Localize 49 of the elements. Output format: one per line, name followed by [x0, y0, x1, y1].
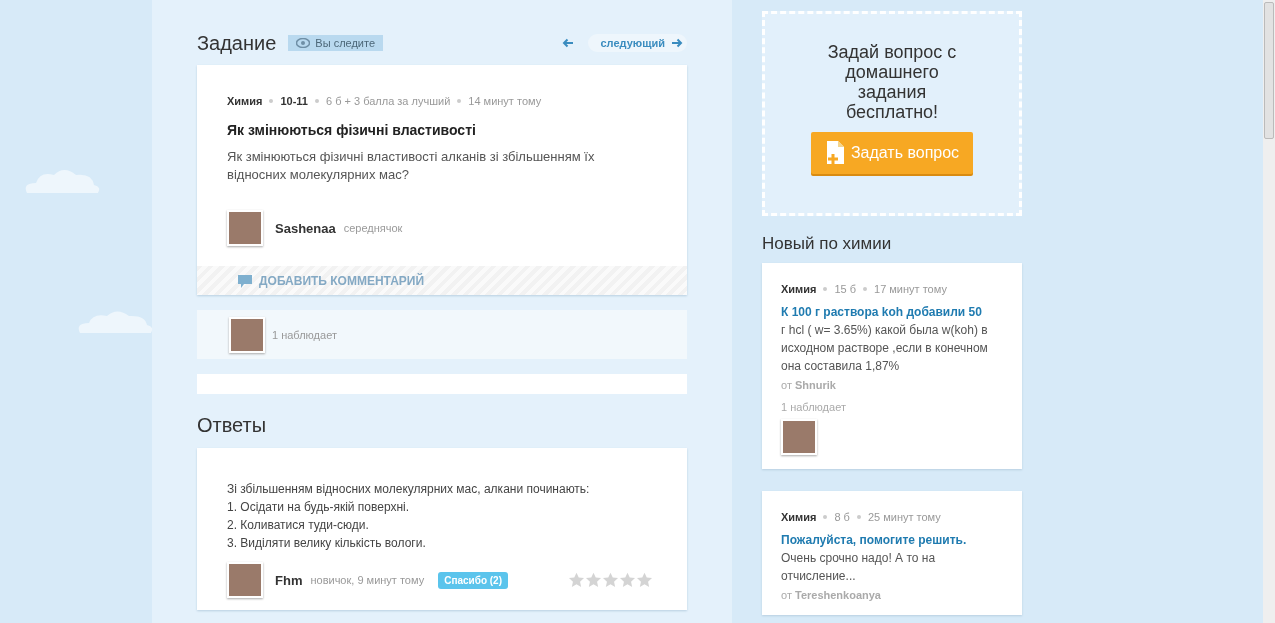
eye-icon	[296, 38, 311, 48]
question-link[interactable]: К 100 г раствора koh добавили 50	[781, 303, 1003, 321]
question-link[interactable]: Пожалуйста, помогите решить.	[781, 531, 1003, 549]
add-comment-button[interactable]: ДОБАВИТЬ КОММЕНТАРИЙ	[237, 272, 425, 289]
author-name[interactable]: Fhm	[275, 572, 303, 588]
question-text: г hcl ( w= 3.65%) какой была w(koh) в исходном растворе ,если в конечном она составила 1,87%	[781, 322, 989, 375]
speech-bubble-icon	[237, 272, 253, 289]
section-heading: Задание	[197, 31, 277, 55]
ask-title: Задай вопрос с домашнего задания бесплатно!	[826, 42, 958, 122]
section-heading: Ответы	[197, 414, 268, 437]
points-label: 15 б	[834, 283, 856, 295]
answer-text: Зі збільшенням відносних молекулярних мас, алкани починають: 1. Осідати на будь-якій поверхні. 2. Коливатися туди-сюди. 3. Виділяти велику кількість вологи.	[227, 481, 591, 552]
avatar-placeholder	[227, 210, 263, 246]
author-rank: середнячок	[343, 222, 403, 234]
avatar-placeholder	[781, 419, 817, 455]
question-text: Як змінюються фізичні властивості алканів зі збільшенням їх відносних молекулярних мас?	[227, 148, 596, 184]
avatar-placeholder	[229, 316, 265, 353]
star-icon[interactable]	[585, 572, 602, 588]
star-icon[interactable]	[619, 572, 636, 588]
answer-meta: новичок, 9 минут тому	[310, 574, 425, 586]
question-title: Як змінюються фізичні властивості	[227, 122, 477, 138]
arrow-right-icon	[671, 38, 683, 48]
author-line: от Tereshenkoanya	[781, 589, 882, 601]
scrollbar[interactable]	[1263, 0, 1275, 623]
star-icon[interactable]	[568, 572, 585, 588]
star-rating[interactable]	[568, 572, 653, 588]
watchers-count: 1 наблюдает	[781, 401, 847, 413]
next-button[interactable]: следующий	[588, 34, 687, 52]
arrow-left-icon	[562, 38, 575, 48]
star-icon[interactable]	[602, 572, 619, 588]
section-heading: Новый по химии	[762, 234, 893, 254]
document-plus-icon	[824, 140, 847, 166]
subject-link[interactable]: Химия	[781, 511, 817, 523]
watchers-count: 1 наблюдает	[272, 328, 337, 341]
author-line: от Shnurik	[781, 379, 837, 391]
grade-label: 10-11	[280, 95, 308, 107]
subject-link[interactable]: Химия	[781, 283, 817, 295]
avatar-placeholder	[227, 562, 263, 598]
subject-link[interactable]: Химия	[227, 95, 263, 107]
time-label: 25 минут тому	[867, 511, 941, 523]
star-icon[interactable]	[636, 572, 653, 588]
author-name[interactable]: Sashenaa	[275, 220, 336, 236]
scrollbar-thumb[interactable]	[1264, 2, 1274, 139]
points-label: 8 б	[834, 511, 850, 523]
points-label: 6 б + 3 балла за лучший	[325, 95, 451, 107]
question-text: Очень срочно надо! А то на отчисление...	[781, 550, 937, 585]
time-label: 17 минут тому	[874, 283, 947, 295]
time-label: 14 минут тому	[468, 95, 542, 107]
following-badge[interactable]: Вы следите	[288, 35, 384, 51]
